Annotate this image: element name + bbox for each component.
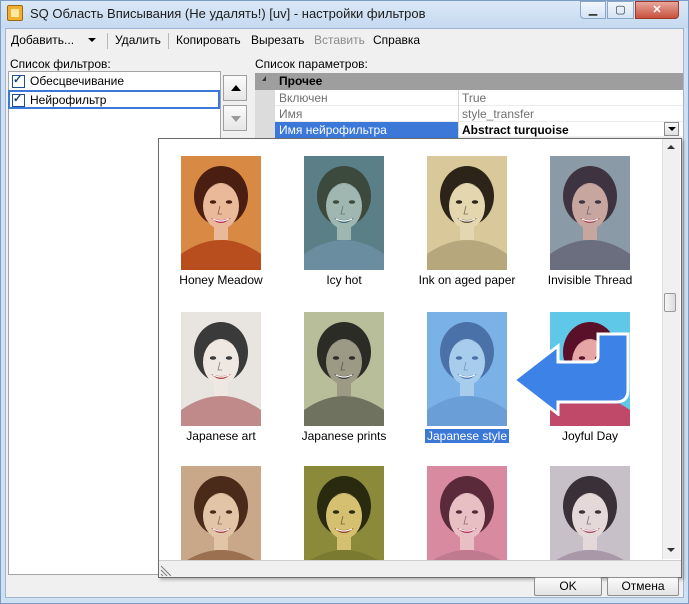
move-up-button[interactable]: [223, 75, 247, 101]
property-row[interactable]: Имя style_transfer: [255, 106, 683, 122]
cancel-button[interactable]: Отмена: [607, 577, 679, 596]
property-value[interactable]: True: [462, 91, 486, 105]
style-thumbnail[interactable]: [304, 156, 384, 270]
style-label[interactable]: Japanese prints: [282, 429, 406, 445]
style-thumbnail[interactable]: [304, 466, 384, 560]
style-thumbnail[interactable]: [181, 312, 261, 426]
filter-item-label: Обесцвечивание: [30, 74, 125, 88]
resize-grip-icon[interactable]: [160, 563, 174, 577]
dropdown-button[interactable]: [664, 122, 679, 136]
style-thumbnail[interactable]: [304, 312, 384, 426]
property-name: Имя нейрофильтра: [279, 123, 387, 137]
portrait-image: [181, 156, 261, 270]
style-label[interactable]: Joyful Day: [528, 429, 652, 445]
filter-item[interactable]: Обесцвечивание: [9, 72, 220, 90]
style-label[interactable]: Japanese art: [159, 429, 283, 445]
app-icon: [7, 5, 23, 21]
popup-footer: [159, 560, 681, 577]
portrait-image: [550, 156, 630, 270]
property-name: Включен: [279, 91, 328, 105]
style-label[interactable]: Icy hot: [282, 273, 406, 289]
portrait-image: [181, 466, 261, 560]
minimize-button[interactable]: ▁: [580, 1, 606, 19]
property-value-combobox[interactable]: Abstract turquoise: [462, 123, 569, 137]
scroll-down-button[interactable]: [662, 542, 680, 559]
menu-help[interactable]: Справка: [373, 33, 420, 49]
style-label-text: Honey Meadow: [179, 273, 263, 287]
menu-add[interactable]: Добавить...: [11, 33, 74, 49]
portrait-image: [304, 156, 384, 270]
window-title: SQ Область Вписывания (Не удалять!) [uv]…: [30, 6, 426, 21]
style-thumbnail[interactable]: [550, 466, 630, 560]
move-down-button: [223, 105, 247, 131]
menu-cut[interactable]: Вырезать: [251, 33, 304, 49]
category-label: Прочее: [279, 74, 323, 88]
filters-list-label: Список фильтров:: [10, 57, 111, 71]
filter-item-label: Нейрофильтр: [30, 93, 107, 107]
style-label[interactable]: Ink on aged paper: [405, 273, 529, 289]
menu-paste: Вставить: [314, 33, 365, 47]
filter-item-selected[interactable]: Нейрофильтр: [8, 90, 220, 109]
portrait-image: [550, 466, 630, 560]
scroll-thumb[interactable]: [664, 293, 676, 312]
portrait-image: [427, 156, 507, 270]
arrow-up-icon: [231, 85, 241, 91]
menu-delete[interactable]: Удалить: [115, 33, 161, 49]
scroll-up-button[interactable]: [662, 139, 680, 156]
style-label-text: Japanese style: [423, 428, 511, 444]
property-value[interactable]: style_transfer: [462, 107, 534, 121]
property-name: Имя: [279, 107, 303, 121]
style-label-text: Japanese prints: [301, 429, 387, 443]
property-row[interactable]: Включен True: [255, 90, 683, 106]
chevron-down-icon[interactable]: [88, 38, 96, 42]
close-button[interactable]: ✕: [635, 1, 679, 19]
checkbox[interactable]: [12, 73, 25, 88]
style-thumbnail[interactable]: [181, 156, 261, 270]
checkbox[interactable]: [12, 92, 25, 107]
style-label[interactable]: Honey Meadow: [159, 273, 283, 289]
menu-separator: [168, 33, 169, 49]
portrait-image: [304, 466, 384, 560]
menu-separator: [107, 33, 108, 49]
ok-button[interactable]: OK: [534, 577, 602, 596]
arrow-shape: [511, 332, 630, 416]
portrait-image: [181, 312, 261, 426]
portrait-image: [427, 312, 507, 426]
params-list-label: Список параметров:: [255, 57, 368, 71]
style-thumbnail[interactable]: [427, 312, 507, 426]
portrait-image: [304, 312, 384, 426]
big-arrow-icon: [511, 332, 630, 416]
collapse-icon[interactable]: [262, 76, 266, 81]
style-label[interactable]: Invisible Thread: [528, 273, 652, 289]
style-thumbnail[interactable]: [550, 156, 630, 270]
maximize-button[interactable]: ▢: [607, 1, 634, 19]
property-row-selected[interactable]: Имя нейрофильтра Abstract turquoise: [255, 122, 683, 138]
style-label[interactable]: Japanese style: [405, 428, 529, 445]
style-label-text: Invisible Thread: [547, 273, 633, 287]
style-label-text: Icy hot: [326, 273, 362, 287]
style-thumbnail[interactable]: [181, 466, 261, 560]
style-thumbnail[interactable]: [427, 156, 507, 270]
style-label-text: Joyful Day: [561, 429, 619, 443]
style-label-text: Ink on aged paper: [418, 273, 516, 287]
portrait-image: [427, 466, 507, 560]
popup-scrollbar[interactable]: [662, 139, 680, 559]
arrow-down-icon: [231, 116, 241, 122]
style-label-text: Japanese art: [186, 429, 256, 443]
style-thumbnail[interactable]: [427, 466, 507, 560]
menu-copy[interactable]: Копировать: [176, 33, 241, 49]
